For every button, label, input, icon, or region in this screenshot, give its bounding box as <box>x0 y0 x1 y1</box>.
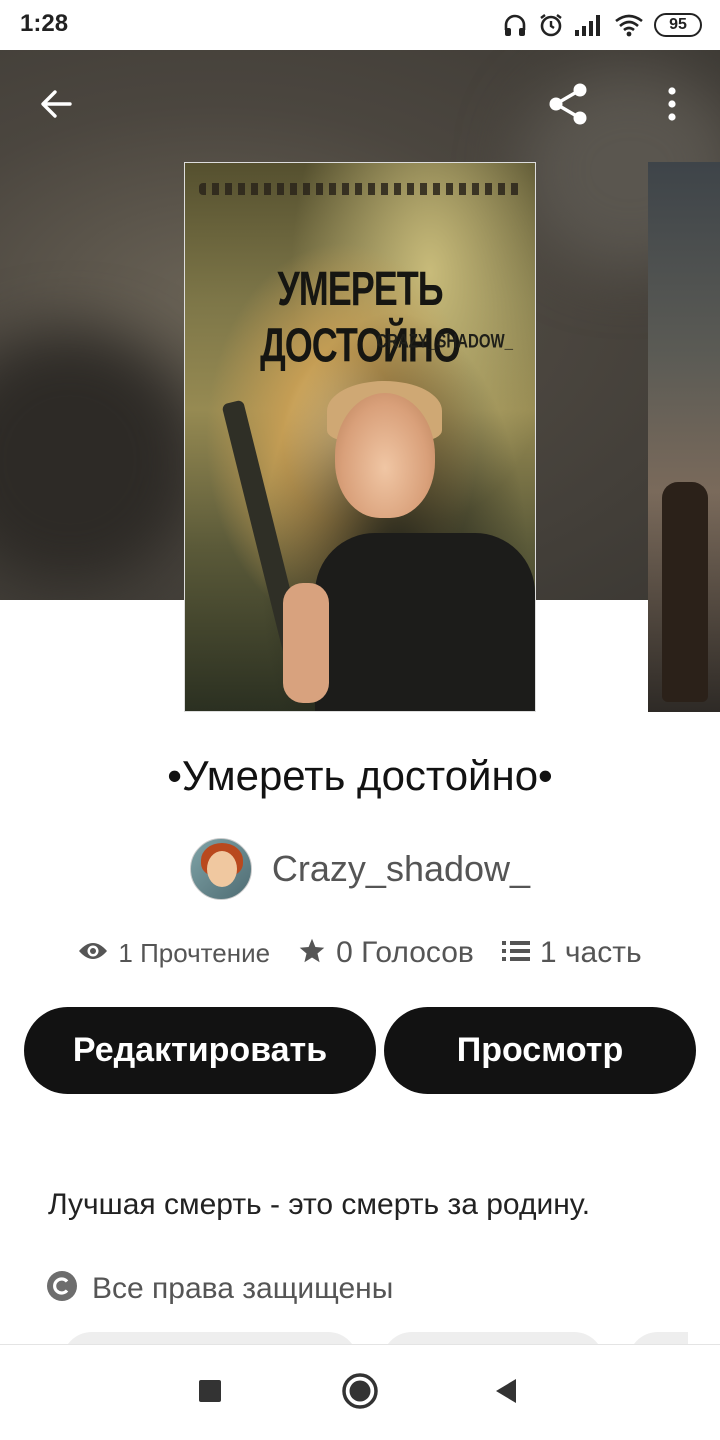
signal-icon <box>574 13 604 37</box>
alarm-icon <box>538 12 564 38</box>
story-description: Лучшая смерть - это смерть за родину. <box>48 1188 591 1221</box>
copyright-icon <box>46 1270 78 1307</box>
edit-button[interactable]: Редактировать <box>24 1007 376 1094</box>
back-nav-button[interactable] <box>482 1369 530 1417</box>
back-arrow-icon <box>38 86 74 127</box>
story-title: •Умереть достойно• <box>167 752 553 799</box>
avatar-face <box>206 851 237 887</box>
battery-level: 95 <box>669 16 687 33</box>
share-icon <box>544 80 592 133</box>
back-triangle-icon <box>492 1377 520 1410</box>
cover-author: CRAZY_SHADOW_ <box>376 330 513 353</box>
cover-title: УМЕРЕТЬ ДОСТОЙНО <box>260 260 461 373</box>
share-button[interactable] <box>536 74 600 138</box>
status-icons: 95 <box>502 10 702 40</box>
votes-count: 0 Голосов <box>336 936 474 969</box>
votes-stat: 0 Голосов <box>298 936 474 970</box>
star-icon <box>298 937 326 970</box>
status-time: 1:28 <box>20 10 69 37</box>
eye-icon <box>78 940 108 967</box>
reads-stat: 1 Прочтение <box>78 938 270 969</box>
avatar[interactable] <box>189 838 252 900</box>
parts-stat: 1 часть <box>501 936 642 970</box>
more-vertical-icon <box>666 86 678 127</box>
copyright-row: Все права защищены <box>46 1270 393 1307</box>
parts-count: 1 часть <box>539 936 642 969</box>
reads-count: 1 Прочтение <box>118 937 271 968</box>
wifi-icon <box>614 13 644 37</box>
next-story-cover[interactable] <box>648 162 720 712</box>
copyright-text: Все права защищены <box>92 1271 394 1305</box>
author-row[interactable]: Crazy_shadow_ <box>0 838 720 900</box>
home-button[interactable] <box>336 1369 384 1417</box>
status-bar: 1:28 95 <box>0 0 720 50</box>
preview-button[interactable]: Просмотр <box>384 1007 696 1094</box>
author-name[interactable]: Crazy_shadow_ <box>272 848 530 890</box>
battery-icon: 95 <box>654 13 702 37</box>
next-cover-bottle <box>662 482 708 702</box>
recent-apps-button[interactable] <box>186 1369 234 1417</box>
back-button[interactable] <box>24 74 88 138</box>
home-icon <box>340 1371 380 1416</box>
cover-ornament <box>199 183 521 195</box>
headphones-icon <box>502 12 528 38</box>
cover-figure-arm <box>283 583 329 703</box>
list-icon <box>501 939 530 968</box>
recent-apps-icon <box>197 1378 223 1409</box>
story-cover[interactable]: УМЕРЕТЬ ДОСТОЙНО CRAZY_SHADOW_ <box>184 162 536 712</box>
cover-figure-face <box>335 393 435 518</box>
cover-figure-body <box>315 533 535 711</box>
more-button[interactable] <box>640 74 704 138</box>
backdrop-shadow <box>0 330 200 590</box>
stats-row: 1 Прочтение 0 Голосов 1 часть <box>0 936 720 970</box>
system-nav-bar <box>0 1344 720 1440</box>
